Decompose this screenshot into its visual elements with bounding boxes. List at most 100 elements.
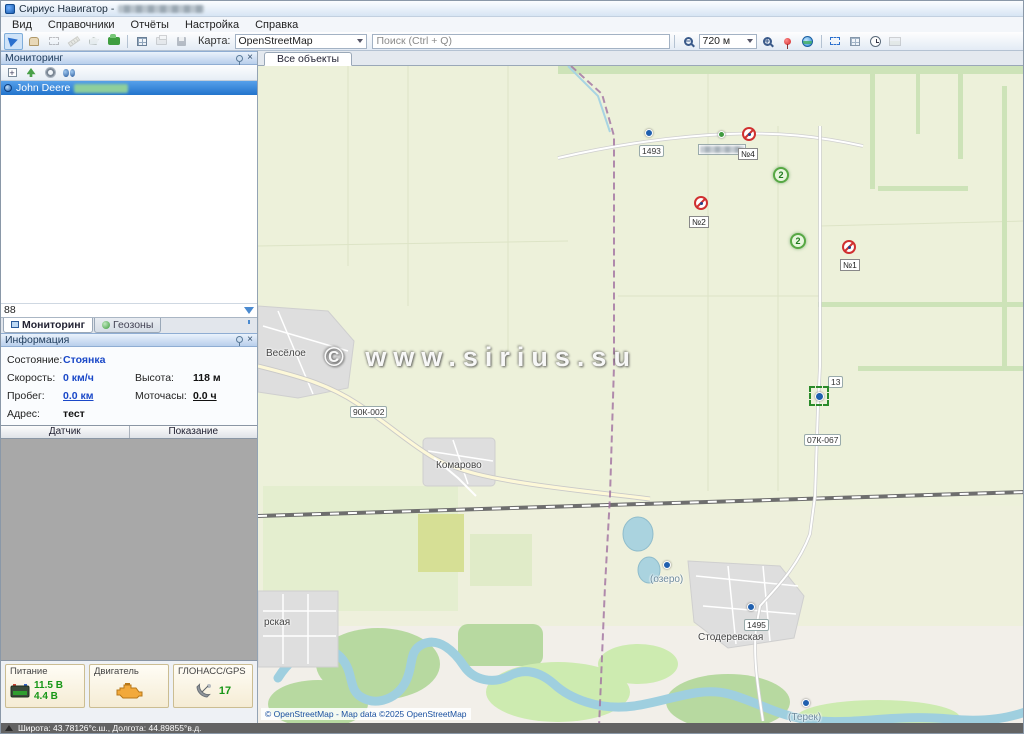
table-icon <box>137 37 147 46</box>
map-marker-dot[interactable] <box>645 129 653 137</box>
info-panel-title: Информация <box>5 334 69 346</box>
map-tab-all-objects[interactable]: Все объекты <box>264 52 352 66</box>
pan-tool-button[interactable] <box>24 33 43 50</box>
find-object-button[interactable] <box>61 66 77 80</box>
map-marker-dot[interactable] <box>802 699 810 707</box>
tree-item-vehicle[interactable]: John Deere <box>1 81 257 95</box>
window-title-redacted <box>118 5 204 13</box>
fit-extent-icon <box>830 37 840 45</box>
menu-help[interactable]: Справка <box>247 17 306 32</box>
window-title: Сириус Навигатор - <box>19 3 114 15</box>
cluster-marker[interactable]: 2 <box>790 233 806 249</box>
center-marker-button[interactable] <box>778 33 797 50</box>
monitor-icon <box>11 321 19 328</box>
tree-filter-row <box>1 303 257 317</box>
reading-col-header[interactable]: Показание <box>130 426 258 438</box>
power-gauge: Питание 11.5 В 4.4 В <box>5 664 85 708</box>
monitoring-settings-button[interactable] <box>42 66 58 80</box>
tab-geozones[interactable]: Геозоны <box>94 318 161 333</box>
polygon-icon <box>89 37 99 45</box>
mileage-label: Пробег: <box>7 390 63 402</box>
expand-all-button[interactable]: + <box>4 66 20 80</box>
state-value: Стоянка <box>63 354 251 366</box>
point-badge-n4: №4 <box>738 148 758 160</box>
map-panel: Все объекты <box>258 51 1023 723</box>
polygon-button[interactable] <box>84 33 103 50</box>
map-canvas[interactable]: © www.sirius.su Весёлое Комарово Стодере… <box>258 66 1023 723</box>
map-marker-dot[interactable] <box>747 603 755 611</box>
coordinates-readout: Широта: 43.78126°с.ш., Долгота: 44.89855… <box>18 723 202 733</box>
menu-bar: Вид Справочники Отчёты Настройка Справка <box>1 17 1023 32</box>
tree-icon <box>27 68 36 77</box>
tab-monitoring-label: Мониторинг <box>22 319 85 331</box>
selected-vehicle-marker[interactable] <box>809 386 829 406</box>
map-provider-value: OpenStreetMap <box>239 35 313 47</box>
toolbar-separator <box>674 35 675 48</box>
place-label-komarovo: Комарово <box>436 460 482 471</box>
place-label-veseloe: Весёлое <box>266 348 306 359</box>
plus-icon: + <box>8 68 17 77</box>
power-gauge-title: Питание <box>10 666 48 677</box>
altitude-value: 118 м <box>193 372 251 384</box>
menu-reports[interactable]: Отчёты <box>123 17 177 32</box>
track-history-button[interactable] <box>846 33 865 50</box>
table-report-button[interactable] <box>132 33 151 50</box>
resize-grip-icon <box>5 725 13 731</box>
mileage-value[interactable]: 0.0 км <box>63 390 135 402</box>
tree-filter-input[interactable] <box>4 304 204 316</box>
gps-gauge-title: ГЛОНАСС/GPS <box>178 666 246 677</box>
map-scale-select[interactable]: 720 м <box>699 34 757 49</box>
ruler-icon <box>67 36 80 47</box>
print-button[interactable] <box>152 33 171 50</box>
no-entry-marker[interactable] <box>842 240 856 254</box>
measure-button[interactable] <box>64 33 83 50</box>
clock-icon <box>870 36 881 47</box>
menu-settings[interactable]: Настройка <box>177 17 247 32</box>
pin-icon[interactable] <box>236 55 243 62</box>
map-marker-dot-green[interactable] <box>718 131 725 138</box>
map-provider-select[interactable]: OpenStreetMap <box>235 34 367 49</box>
place-label-partial: рская <box>264 617 290 628</box>
left-panel-tabs: Мониторинг Геозоны <box>1 317 257 333</box>
chevron-down-icon <box>747 39 753 43</box>
sensor-col-header[interactable]: Датчик <box>1 426 130 438</box>
title-bar: Сириус Навигатор - <box>1 1 1023 17</box>
close-icon[interactable]: × <box>247 53 253 63</box>
map-select-label: Карта: <box>198 35 231 47</box>
left-panel-gap <box>1 711 257 723</box>
save-icon <box>177 37 186 46</box>
map-marker-dot[interactable] <box>663 561 671 569</box>
map-tabstrip: Все объекты <box>258 51 1023 66</box>
app-icon <box>5 4 15 14</box>
hours-label: Моточасы: <box>135 390 193 402</box>
track-vehicle-button[interactable] <box>104 33 123 50</box>
pointer-tool-button[interactable] <box>4 33 23 50</box>
screenshot-button[interactable] <box>886 33 905 50</box>
tab-geozones-label: Геозоны <box>113 319 153 331</box>
water-label-terek: (Терек) <box>788 712 821 723</box>
save-button[interactable] <box>172 33 191 50</box>
zoom-in-button[interactable]: + <box>758 33 777 50</box>
zoom-window-button[interactable] <box>44 33 63 50</box>
object-tree: John Deere <box>1 81 257 303</box>
no-entry-marker[interactable] <box>694 196 708 210</box>
address-label: Адрес: <box>7 408 63 420</box>
menu-directories[interactable]: Справочники <box>40 17 123 32</box>
left-panel: Мониторинг × + John Deere <box>1 51 258 723</box>
show-all-map-button[interactable] <box>798 33 817 50</box>
monitoring-panel-title: Мониторинг <box>5 52 63 64</box>
cluster-marker[interactable]: 2 <box>773 167 789 183</box>
filter-funnel-icon[interactable] <box>244 307 254 314</box>
search-input[interactable] <box>372 34 670 49</box>
hours-value[interactable]: 0.0 ч <box>193 390 251 402</box>
fit-extent-button[interactable] <box>826 33 845 50</box>
time-button[interactable] <box>866 33 885 50</box>
road-badge-13: 13 <box>828 376 843 388</box>
menu-view[interactable]: Вид <box>4 17 40 32</box>
pin-icon[interactable] <box>236 336 243 343</box>
no-entry-marker[interactable] <box>742 127 756 141</box>
close-icon[interactable]: × <box>247 335 253 345</box>
group-view-button[interactable] <box>23 66 39 80</box>
tab-monitoring[interactable]: Мониторинг <box>3 318 93 333</box>
zoom-out-button[interactable]: − <box>679 33 698 50</box>
